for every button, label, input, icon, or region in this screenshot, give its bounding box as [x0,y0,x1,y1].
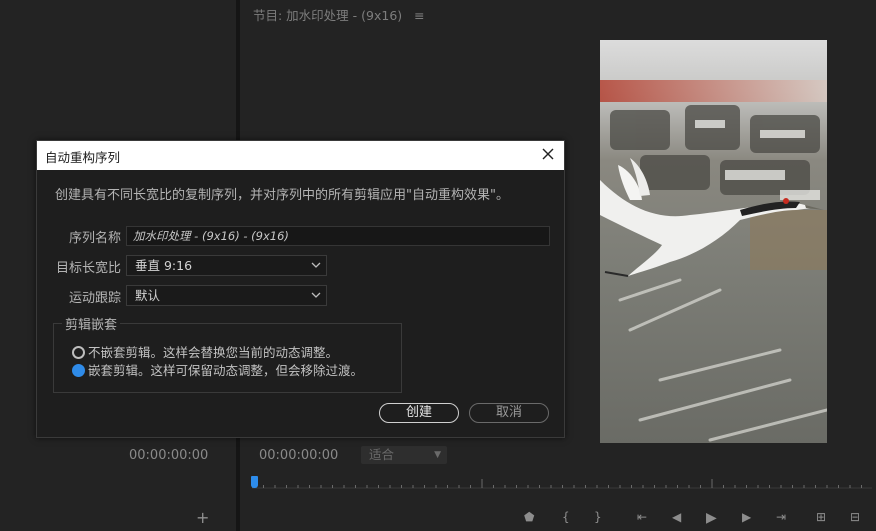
aspect-ratio-label: 目标长宽比 [55,261,121,276]
add-icon[interactable]: + [196,510,209,526]
radio-no-nest-label: 不嵌套剪辑。这样会替换您当前的动态调整。 [88,345,339,360]
playhead[interactable] [251,476,258,488]
video-frame-image [600,40,827,443]
source-timecode[interactable]: 00:00:00:00 [129,448,208,463]
clip-nesting-title: 剪辑嵌套 [62,314,121,333]
sequence-name-label: 序列名称 [68,231,121,246]
aspect-ratio-select[interactable]: 垂直 9:16 [126,255,327,276]
close-icon[interactable] [540,146,556,162]
motion-tracking-label: 运动跟踪 [68,291,121,306]
video-frame [600,40,827,443]
program-monitor-title[interactable]: 节目: 加水印处理 - (9x16) [253,8,402,23]
play-icon[interactable]: ▶ [706,510,717,526]
fit-select[interactable]: 适合 ▼ [361,446,447,464]
fit-select-value: 适合 [369,447,395,462]
program-monitor-header: 节目: 加水印处理 - (9x16) ≡ [253,5,425,24]
motion-tracking-value: 默认 [135,288,161,303]
extract-icon[interactable]: ⊟ [850,510,860,524]
premiere-workspace: 00:00:00:00 + 节目: 加水印处理 - (9x16) ≡ 00:00… [0,0,876,531]
program-timecode[interactable]: 00:00:00:00 [259,448,338,463]
timeline-ruler[interactable] [252,476,872,490]
chevron-down-icon [311,262,321,268]
dialog-description: 创建具有不同长宽比的复制序列，并对序列中的所有剪辑应用"自动重构效果"。 [55,188,509,203]
cancel-button[interactable]: 取消 [469,403,549,423]
step-forward-icon[interactable]: ▶ [742,510,751,524]
go-to-in-icon[interactable]: ⇤ [637,510,647,524]
mark-out-icon[interactable]: } [594,510,602,524]
clip-nesting-group: 剪辑嵌套 不嵌套剪辑。这样会替换您当前的动态调整。 嵌套剪辑。这样可保留动态调整… [53,314,402,393]
radio-checked-icon[interactable] [72,364,85,377]
motion-tracking-select[interactable]: 默认 [126,285,327,306]
auto-reframe-dialog: 自动重构序列 创建具有不同长宽比的复制序列，并对序列中的所有剪辑应用"自动重构效… [36,140,565,438]
create-button[interactable]: 创建 [379,403,459,423]
radio-nest[interactable]: 嵌套剪辑。这样可保留动态调整，但会移除过渡。 [72,360,363,379]
step-back-icon[interactable]: ◀ [672,510,681,524]
chevron-down-icon: ▼ [434,450,441,460]
panel-menu-icon[interactable]: ≡ [414,8,424,23]
sequence-name-input[interactable]: 加水印处理 - (9x16) - (9x16) [126,226,550,246]
add-marker-icon[interactable]: ⬟ [524,510,534,524]
radio-no-nest[interactable]: 不嵌套剪辑。这样会替换您当前的动态调整。 [72,342,338,361]
chevron-down-icon [311,292,321,298]
aspect-ratio-value: 垂直 9:16 [135,258,193,273]
lift-icon[interactable]: ⊞ [816,510,826,524]
radio-unchecked-icon[interactable] [72,346,85,359]
dialog-title-bar[interactable]: 自动重构序列 [37,141,564,170]
radio-nest-label: 嵌套剪辑。这样可保留动态调整，但会移除过渡。 [88,363,364,378]
go-to-out-icon[interactable]: ⇥ [776,510,786,524]
mark-in-icon[interactable]: { [562,510,570,524]
dialog-title: 自动重构序列 [45,150,121,165]
